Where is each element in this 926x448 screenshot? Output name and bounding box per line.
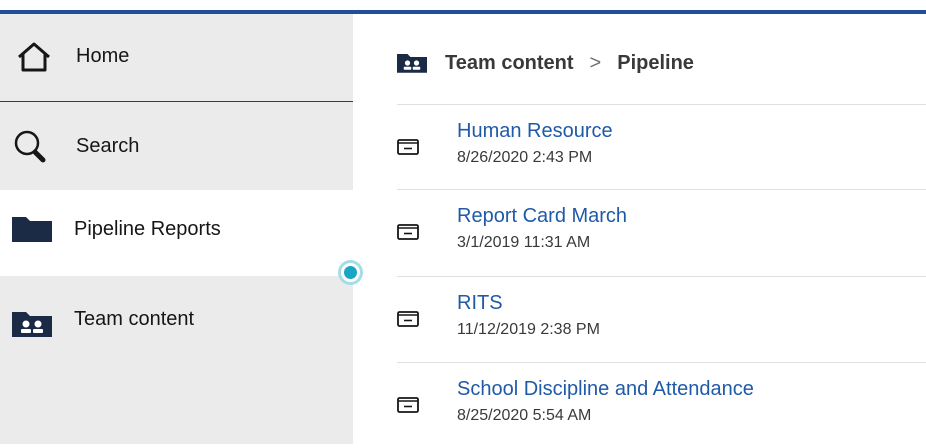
list-item-title[interactable]: Human Resource [457, 120, 613, 143]
list-item[interactable]: RITS 11/12/2019 2:38 PM [397, 276, 926, 362]
breadcrumb-parent[interactable]: Team content [445, 52, 574, 75]
team-folder-icon [12, 310, 52, 338]
list-item-date: 3/1/2019 11:31 AM [457, 234, 591, 251]
breadcrumb-current: Pipeline [617, 51, 694, 74]
panel-resize-handle[interactable] [341, 263, 360, 282]
folder-icon [12, 215, 52, 243]
team-folder-icon [397, 52, 427, 74]
sidebar-item-label: Home [76, 45, 130, 67]
list-item[interactable]: Report Card March 3/1/2019 11:31 AM [397, 189, 926, 275]
search-icon [12, 128, 52, 164]
sidebar-item-search[interactable]: Search [0, 102, 353, 190]
list-item-date: 8/25/2020 5:54 AM [457, 407, 592, 424]
list-item-title[interactable]: School Discipline and Attendance [457, 378, 754, 401]
sidebar-item-home[interactable]: Home [0, 14, 353, 102]
sidebar-item-label: Team content [74, 308, 195, 330]
report-icon [397, 310, 419, 333]
home-icon [16, 41, 52, 73]
list-item[interactable]: School Discipline and Attendance 8/25/20… [397, 362, 926, 448]
list-item[interactable]: Human Resource 8/26/2020 2:43 PM [397, 104, 926, 190]
report-icon [397, 138, 419, 161]
main-content: Team content > Pipeline Human Resource 8… [353, 14, 926, 444]
sidebar-item-team-content[interactable]: Team content [0, 276, 353, 444]
list-item-title[interactable]: RITS [457, 292, 503, 315]
sidebar-item-label: Search [76, 134, 140, 157]
breadcrumb: Team content > Pipeline [397, 48, 694, 78]
list-item-title[interactable]: Report Card March [457, 205, 627, 228]
sidebar-item-label: Pipeline Reports [74, 217, 221, 240]
list-item-date: 8/26/2020 2:43 PM [457, 149, 593, 166]
list-item-date: 11/12/2019 2:38 PM [457, 321, 600, 338]
sidebar-item-pipeline-reports[interactable]: Pipeline Reports [0, 190, 353, 276]
report-icon [397, 223, 419, 246]
report-icon [397, 396, 419, 419]
sidebar: Home Search Pipeline Reports Team conten… [0, 14, 353, 444]
breadcrumb-separator: > [589, 51, 602, 74]
